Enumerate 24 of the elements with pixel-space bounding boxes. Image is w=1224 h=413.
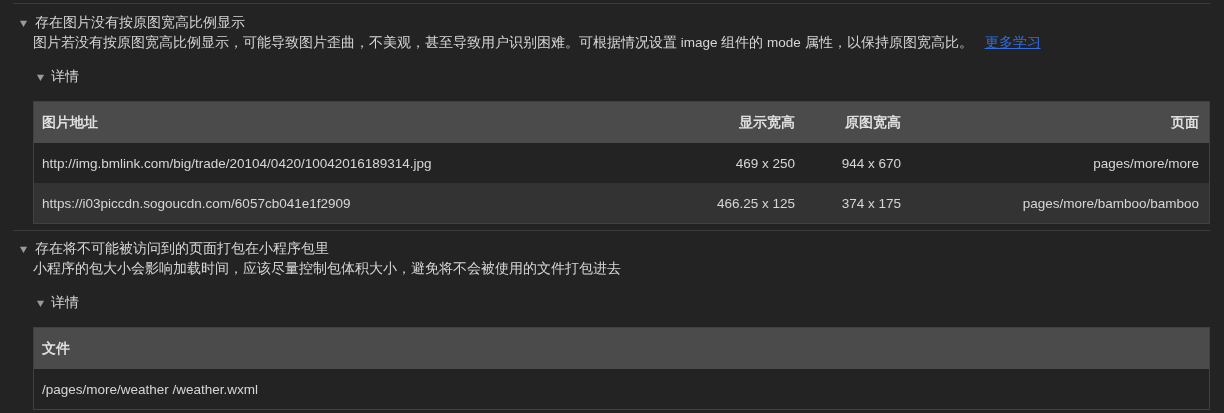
issue-description: 小程序的包大小会影响加载时间，应该尽量控制包体积大小，避免将不会被使用的文件打包进去 <box>33 260 621 278</box>
table-cell: 374 x 175 <box>805 183 911 224</box>
details-toggle[interactable]: 详情 <box>51 68 79 86</box>
table-cell: pages/more/more <box>911 143 1210 183</box>
column-header: 页面 <box>911 101 1210 143</box>
issue-description: 图片若没有按原图宽高比例显示，可能导致图片歪曲，不美观，甚至导致用户识别困难。可根据情况设置 image 组件的 mode 属性，以保持原图宽高比。 <box>33 34 973 52</box>
issue-title: 存在将不可能被访问到的页面打包在小程序包里 <box>35 240 329 258</box>
collapse-triangle-icon[interactable] <box>19 18 28 28</box>
table-cell: http://img.bmlink.com/big/trade/20104/0420/10042016189314.jpg <box>33 143 667 183</box>
table-cell: /pages/more/weather /weather.wxml <box>33 369 1210 410</box>
table-cell: pages/more/bamboo/bamboo <box>911 183 1210 224</box>
column-header: 图片地址 <box>33 101 667 143</box>
collapse-triangle-icon[interactable] <box>19 244 28 254</box>
column-header: 文件 <box>33 327 1210 369</box>
table-cell: 944 x 670 <box>805 143 911 183</box>
table-cell: 466.25 x 125 <box>667 183 805 224</box>
column-header: 原图宽高 <box>805 101 911 143</box>
table-cell: https://i03piccdn.sogoucdn.com/6057cb041e1f2909 <box>33 183 667 224</box>
column-header: 显示宽高 <box>667 101 805 143</box>
table-cell: 469 x 250 <box>667 143 805 183</box>
collapse-triangle-icon[interactable] <box>36 72 45 82</box>
issue-title: 存在图片没有按原图宽高比例显示 <box>35 14 245 32</box>
details-toggle[interactable]: 详情 <box>51 294 79 312</box>
collapse-triangle-icon[interactable] <box>36 298 45 308</box>
